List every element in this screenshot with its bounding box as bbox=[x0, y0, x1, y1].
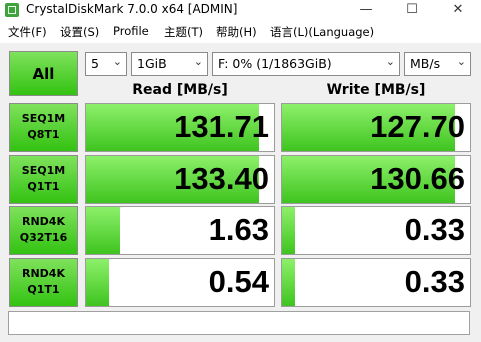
menu-bar: 文件(F) 设置(S) Profile 主题(T) 帮助(H) 语言(L)(La… bbox=[0, 21, 481, 43]
read-result-value: 1.63 bbox=[208, 212, 269, 247]
comment-input[interactable] bbox=[8, 311, 470, 335]
test-params: Q1T1 bbox=[27, 283, 60, 296]
write-result-bar bbox=[282, 207, 296, 254]
read-result-value: 0.54 bbox=[208, 264, 269, 299]
test-button-seq1m-q8t1[interactable]: SEQ1M Q8T1 bbox=[9, 103, 78, 152]
write-result-value: 0.33 bbox=[404, 264, 465, 299]
menu-settings[interactable]: 设置(S) bbox=[60, 24, 99, 40]
menu-file[interactable]: 文件(F) bbox=[8, 24, 47, 40]
write-result-cell: 0.33 bbox=[281, 258, 471, 307]
chevron-down-icon: ⌄ bbox=[456, 55, 466, 68]
chevron-down-icon: ⌄ bbox=[112, 55, 122, 68]
test-button-seq1m-q1t1[interactable]: SEQ1M Q1T1 bbox=[9, 155, 78, 204]
write-result-value: 127.70 bbox=[370, 109, 465, 144]
read-result-cell: 133.40 bbox=[85, 155, 275, 204]
write-result-cell: 0.33 bbox=[281, 206, 471, 255]
drive-value: F: 0% (1/1863GiB) bbox=[218, 56, 332, 71]
read-result-cell: 0.54 bbox=[85, 258, 275, 307]
test-params: Q32T16 bbox=[19, 231, 68, 244]
run-all-button[interactable]: All bbox=[9, 51, 78, 96]
read-result-bar bbox=[86, 259, 109, 306]
write-result-bar bbox=[282, 259, 296, 306]
drive-select[interactable]: F: 0% (1/1863GiB) ⌄ bbox=[212, 52, 400, 76]
read-result-cell: 1.63 bbox=[85, 206, 275, 255]
test-name: SEQ1M bbox=[21, 164, 66, 177]
test-params: Q8T1 bbox=[27, 128, 60, 141]
test-name: RND4K bbox=[22, 215, 65, 228]
test-size-select[interactable]: 1GiB ⌄ bbox=[131, 52, 208, 76]
app-icon bbox=[5, 3, 19, 17]
close-icon[interactable]: ✕ bbox=[435, 0, 481, 21]
chevron-down-icon: ⌄ bbox=[385, 55, 395, 68]
test-params: Q1T1 bbox=[27, 180, 60, 193]
menu-theme[interactable]: 主题(T) bbox=[164, 24, 203, 40]
read-result-bar bbox=[86, 207, 120, 254]
write-result-cell: 127.70 bbox=[281, 103, 471, 152]
write-result-value: 0.33 bbox=[404, 212, 465, 247]
test-size-value: 1GiB bbox=[137, 56, 167, 71]
test-count-value: 5 bbox=[91, 56, 99, 71]
read-header: Read [MB/s] bbox=[132, 82, 228, 98]
write-header: Write [MB/s] bbox=[326, 82, 426, 98]
test-button-rnd4k-q1t1[interactable]: RND4K Q1T1 bbox=[9, 258, 78, 307]
read-result-value: 131.71 bbox=[174, 109, 269, 144]
test-name: RND4K bbox=[22, 267, 65, 280]
chevron-down-icon: ⌄ bbox=[193, 55, 203, 68]
test-count-select[interactable]: 5 ⌄ bbox=[85, 52, 127, 76]
read-result-cell: 131.71 bbox=[85, 103, 275, 152]
window-title: CrystalDiskMark 7.0.0 x64 [ADMIN] bbox=[26, 2, 238, 16]
write-result-cell: 130.66 bbox=[281, 155, 471, 204]
test-name: SEQ1M bbox=[21, 112, 66, 125]
maximize-icon[interactable]: ☐ bbox=[389, 0, 435, 21]
minimize-icon[interactable]: — bbox=[343, 0, 389, 21]
app-window: { "window": { "title": "CrystalDiskMark … bbox=[0, 0, 481, 342]
menu-language[interactable]: 语言(L)(Language) bbox=[270, 24, 374, 40]
menu-help[interactable]: 帮助(H) bbox=[216, 24, 257, 40]
title-bar: CrystalDiskMark 7.0.0 x64 [ADMIN] — ☐ ✕ bbox=[0, 0, 481, 21]
test-button-rnd4k-q32t16[interactable]: RND4K Q32T16 bbox=[9, 206, 78, 255]
unit-value: MB/s bbox=[410, 56, 441, 71]
read-result-value: 133.40 bbox=[174, 161, 269, 196]
write-result-value: 130.66 bbox=[370, 161, 465, 196]
unit-select[interactable]: MB/s ⌄ bbox=[404, 52, 471, 76]
menu-profile[interactable]: Profile bbox=[113, 24, 149, 38]
